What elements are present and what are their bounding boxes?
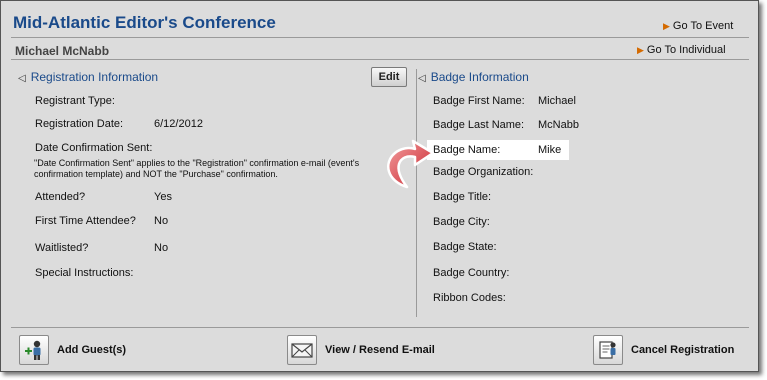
- registrant-type-label: Registrant Type:: [35, 95, 115, 107]
- section-collapse-icon: ◁: [18, 73, 26, 84]
- triangle-right-icon: ▶: [637, 45, 644, 55]
- badge-state-label: Badge State:: [433, 241, 497, 253]
- registration-section-header: ◁ Registration Information: [18, 70, 158, 84]
- triangle-right-icon: ▶: [663, 21, 670, 31]
- badge-last-name-value: McNabb: [538, 119, 579, 131]
- curved-arrow-icon: [387, 139, 435, 189]
- registration-date-value: 6/12/2012: [154, 118, 203, 130]
- add-guests-label: Add Guest(s): [57, 344, 127, 356]
- attended-value: Yes: [154, 191, 172, 203]
- badge-last-name-label: Badge Last Name:: [433, 119, 525, 131]
- ribbon-codes-label: Ribbon Codes:: [433, 292, 506, 304]
- badge-title-label: Badge Title:: [433, 191, 492, 203]
- go-to-event-link[interactable]: ▶ Go To Event: [663, 20, 733, 32]
- envelope-icon: [287, 335, 317, 365]
- special-instructions-label: Special Instructions:: [35, 267, 134, 279]
- view-resend-email-button[interactable]: View / Resend E-mail: [287, 335, 435, 365]
- individual-name: Michael McNabb: [15, 44, 110, 58]
- divider: [11, 327, 749, 328]
- registration-panel: Mid-Atlantic Editor's Conference ▶ Go To …: [0, 0, 759, 372]
- badge-country-label: Badge Country:: [433, 267, 510, 279]
- waitlisted-value: No: [154, 242, 169, 254]
- attended-label: Attended?: [35, 191, 86, 203]
- go-to-event-label: Go To Event: [672, 20, 734, 32]
- first-time-attendee-label: First Time Attendee?: [35, 215, 136, 227]
- add-guests-button[interactable]: Add Guest(s): [19, 335, 126, 365]
- first-time-attendee-value: No: [154, 215, 169, 227]
- edit-button[interactable]: Edit: [371, 67, 407, 87]
- go-to-individual-link[interactable]: ▶ Go To Individual: [637, 44, 726, 56]
- divider: [11, 59, 749, 60]
- divider: [11, 37, 749, 38]
- cancel-registration-icon: [593, 335, 623, 365]
- badge-city-label: Badge City:: [433, 216, 490, 228]
- badge-first-name-label: Badge First Name:: [433, 95, 525, 107]
- badge-name-label: Badge Name:: [433, 144, 501, 156]
- date-confirmation-label: Date Confirmation Sent:: [35, 142, 153, 154]
- registration-date-label: Registration Date:: [35, 118, 124, 130]
- section-divider: [416, 69, 417, 317]
- badge-first-name-value: Michael: [538, 95, 576, 107]
- badge-name-value: Mike: [538, 144, 562, 156]
- go-to-individual-label: Go To Individual: [646, 44, 726, 56]
- section-collapse-icon: ◁: [418, 73, 426, 84]
- registration-heading: Registration Information: [30, 70, 159, 84]
- event-title: Mid-Atlantic Editor's Conference: [13, 13, 276, 32]
- cancel-registration-button[interactable]: Cancel Registration: [593, 335, 734, 365]
- cancel-registration-label: Cancel Registration: [631, 344, 735, 356]
- badge-heading: Badge Information: [430, 70, 529, 84]
- add-guest-icon: [19, 335, 49, 365]
- badge-section-header: ◁ Badge Information: [418, 70, 529, 84]
- confirmation-note: "Date Confirmation Sent" applies to the …: [34, 158, 360, 179]
- waitlisted-label: Waitlisted?: [35, 242, 89, 254]
- badge-organization-label: Badge Organization:: [433, 166, 534, 178]
- view-resend-email-label: View / Resend E-mail: [325, 344, 435, 356]
